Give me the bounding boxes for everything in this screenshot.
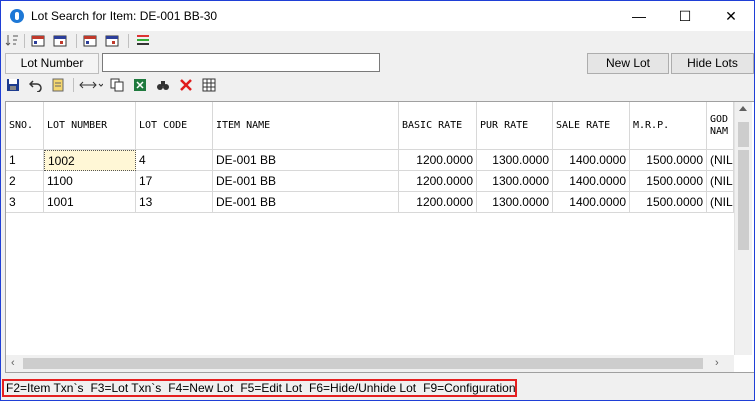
table-cell[interactable]: 1400.0000 (553, 171, 630, 192)
table-cell[interactable]: DE-001 BB (213, 150, 399, 171)
column-header[interactable]: M.R.P. (630, 102, 707, 150)
table-cell[interactable]: 1200.0000 (399, 171, 477, 192)
table-cell[interactable]: 17 (136, 171, 213, 192)
save-icon[interactable] (6, 78, 20, 92)
toolbar-separator (24, 34, 25, 48)
table-cell[interactable]: (NIL (707, 171, 734, 192)
scroll-left-icon[interactable]: ‹ (11, 358, 15, 369)
shortcut-configuration: F9=Configuration (423, 381, 516, 395)
excel-icon[interactable] (133, 78, 147, 92)
scroll-thumb[interactable] (738, 122, 749, 147)
shortcut-hide-lot: F6=Hide/Unhide Lot (309, 381, 417, 395)
lot-search-window: Lot Search for Item: DE-001 BB-30 — ☐ ✕ … (0, 0, 755, 401)
table-cell[interactable]: 1002 (44, 150, 136, 171)
table-cell[interactable]: 1100 (44, 171, 136, 192)
column-header[interactable]: GOD NAM (707, 102, 734, 150)
column-header[interactable]: SALE RATE (553, 102, 630, 150)
table-cell[interactable]: 1300.0000 (477, 171, 553, 192)
lot-number-label: Lot Number (5, 53, 99, 74)
hide-lots-button[interactable]: Hide Lots (671, 53, 754, 74)
vertical-scrollbar[interactable] (734, 102, 752, 355)
scroll-thumb[interactable] (23, 358, 703, 369)
calendar-blue-2-icon[interactable] (105, 33, 119, 47)
undo-icon[interactable] (29, 78, 43, 92)
table-cell[interactable]: (NIL (707, 192, 734, 213)
table-cell[interactable]: 1 (6, 150, 44, 171)
table-cell[interactable]: 1500.0000 (630, 150, 707, 171)
shortcut-item-txns: F2=Item Txn`s (6, 381, 84, 395)
window-title: Lot Search for Item: DE-001 BB-30 (31, 9, 218, 23)
copy-icon[interactable] (110, 78, 124, 92)
toolbar-separator (128, 34, 129, 48)
shortcut-lot-txns: F3=Lot Txn`s (90, 381, 162, 395)
maximize-button[interactable]: ☐ (662, 1, 708, 31)
table-cell[interactable]: 3 (6, 192, 44, 213)
table-cell[interactable]: 1500.0000 (630, 171, 707, 192)
delete-icon[interactable] (179, 78, 193, 92)
calendar-red-2-icon[interactable] (83, 33, 97, 47)
table-cell[interactable]: 13 (136, 192, 213, 213)
shortcut-new-lot: F4=New Lot (168, 381, 234, 395)
shortcut-status-bar: F2=Item Txn`s F3=Lot Txn`s F4=New Lot F5=Ed… (2, 379, 517, 397)
scroll-right-icon[interactable]: › (715, 358, 719, 369)
table-cell[interactable]: DE-001 BB (213, 192, 399, 213)
table-cell[interactable]: 1001 (44, 192, 136, 213)
lot-number-input[interactable] (102, 53, 380, 72)
table-cell[interactable]: 1400.0000 (553, 150, 630, 171)
grid-icon[interactable] (202, 78, 216, 92)
horizontal-scrollbar[interactable]: ‹ › (6, 355, 734, 372)
column-header[interactable]: PUR RATE (477, 102, 553, 150)
column-header[interactable]: SNO. (6, 102, 44, 150)
column-header[interactable]: LOT CODE (136, 102, 213, 150)
column-header[interactable]: ITEM NAME (213, 102, 399, 150)
table-cell[interactable]: (NIL (707, 150, 734, 171)
scroll-thumb[interactable] (738, 150, 749, 250)
scroll-up-icon[interactable] (739, 106, 747, 111)
sort-icon[interactable] (5, 33, 19, 47)
table-cell[interactable]: DE-001 BB (213, 171, 399, 192)
calendar-red-icon[interactable] (31, 33, 45, 47)
toolbar-separator (73, 78, 74, 92)
top-toolbar (1, 31, 754, 51)
app-icon (10, 9, 24, 23)
column-header[interactable]: BASIC RATE (399, 102, 477, 150)
table-cell[interactable]: 1500.0000 (630, 192, 707, 213)
table-cell[interactable]: 1300.0000 (477, 192, 553, 213)
new-lot-button[interactable]: New Lot (587, 53, 669, 74)
grid-toolbar (1, 75, 754, 97)
calendar-blue-icon[interactable] (53, 33, 67, 47)
list-color-icon[interactable] (136, 33, 150, 47)
table-cell[interactable]: 4 (136, 150, 213, 171)
table-cell[interactable]: 2 (6, 171, 44, 192)
table-cell[interactable]: 1400.0000 (553, 192, 630, 213)
minimize-button[interactable]: — (616, 1, 662, 31)
column-resize-icon[interactable] (79, 78, 103, 92)
table-cell[interactable]: 1200.0000 (399, 150, 477, 171)
toolbar-separator (76, 34, 77, 48)
notes-icon[interactable] (51, 78, 65, 92)
table-cell[interactable]: 1300.0000 (477, 150, 553, 171)
column-header[interactable]: LOT NUMBER (44, 102, 136, 150)
lot-grid: SNO. LOT NUMBER LOT CODE ITEM NAME BASIC… (5, 101, 754, 373)
title-bar: Lot Search for Item: DE-001 BB-30 — ☐ ✕ (1, 1, 754, 31)
shortcut-edit-lot: F5=Edit Lot (240, 381, 303, 395)
table-cell[interactable]: 1200.0000 (399, 192, 477, 213)
binoculars-icon[interactable] (156, 78, 170, 92)
close-button[interactable]: ✕ (708, 1, 754, 31)
